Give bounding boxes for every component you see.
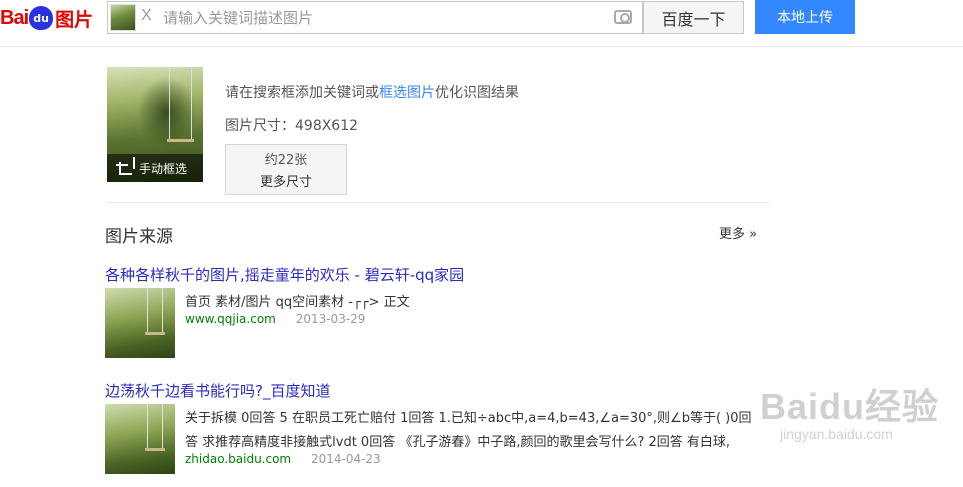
result-description: 首页 素材/图片 qq空间素材 -┌┌> 正文 [185, 295, 410, 310]
image-detail [162, 288, 163, 332]
camera-icon[interactable] [614, 10, 632, 24]
hint-text-before: 请在搜索框添加关键词或 [225, 85, 379, 101]
search-button[interactable]: 百度一下 [643, 1, 744, 34]
hint-text-after: 优化识图结果 [435, 85, 519, 101]
upload-button[interactable]: 本地上传 [755, 0, 855, 34]
result-thumbnail[interactable] [105, 288, 175, 358]
baidu-image-logo[interactable]: Bai du 图片 [0, 3, 93, 33]
more-sources-link[interactable]: 更多 » [719, 223, 757, 242]
result-title-link[interactable]: 边荡秋千边看书能行吗?_百度知道 [105, 380, 805, 401]
clear-icon[interactable]: X [141, 7, 152, 25]
watermark-main: Baidu经验 [760, 386, 940, 427]
result-title-link[interactable]: 各种各样秋千的图片,摇走童年的欢乐 - 碧云轩-qq家园 [105, 264, 805, 285]
query-thumbnail [110, 4, 136, 31]
result-date: 2013-03-29 [295, 312, 366, 326]
result-site[interactable]: www.qqjia.com [185, 312, 276, 326]
image-detail [191, 67, 192, 139]
result-site[interactable]: zhidao.baidu.com [185, 452, 291, 466]
image-detail [145, 332, 165, 335]
search-hint: 请在搜索框添加关键词或框选图片优化识图结果 [225, 82, 519, 102]
more-sizes-button[interactable]: 约22张 更多尺寸 [225, 144, 347, 195]
result-meta: zhidao.baidu.com 2014-04-23 [185, 452, 381, 466]
query-image: 手动框选 [107, 67, 203, 182]
image-detail [162, 404, 163, 448]
image-detail [145, 448, 165, 451]
result-thumbnail[interactable] [105, 404, 175, 474]
image-detail [147, 404, 148, 448]
image-detail [169, 67, 170, 139]
image-size: 图片尺寸：498X612 [225, 118, 359, 134]
result-date: 2014-04-23 [310, 452, 381, 466]
result-description: 关于拆模 0回答 5 在职员工死亡赔付 1回答 1.已知÷abc中,a=4,b=… [185, 411, 752, 426]
more-sizes-label: 更多尺寸 [259, 175, 312, 190]
source-result: 各种各样秋千的图片,摇走童年的欢乐 - 碧云轩-qq家园 首页 素材/图片 qq… [105, 264, 805, 359]
source-result: 边荡秋千边看书能行吗?_百度知道 关于拆模 0回答 5 在职员工死亡赔付 1回答… [105, 380, 805, 480]
result-description-line2: 答 求推荐高精度非接触式lvdt 0回答 《孔子游春》中子路,颜回的歌里会写什么… [185, 435, 731, 450]
crop-icon [116, 156, 135, 175]
section-title-sources: 图片来源 [105, 227, 173, 247]
logo-bai-text: Bai [0, 6, 29, 29]
image-detail [147, 288, 148, 332]
result-meta: www.qqjia.com 2013-03-29 [185, 312, 365, 326]
baidu-jingyan-watermark: Baidu经验 jingyan.baidu.com [760, 378, 939, 442]
manual-crop-button[interactable]: 手动框选 [107, 154, 203, 182]
manual-crop-label: 手动框选 [139, 161, 188, 176]
search-box: X [107, 1, 643, 34]
crop-image-link[interactable]: 框选图片 [379, 85, 435, 101]
image-detail [167, 139, 194, 142]
divider [107, 202, 769, 203]
image-content [137, 77, 197, 147]
more-sizes-count: 约22张 [264, 153, 308, 168]
logo-paw-icon: du [29, 6, 54, 30]
header-bar: Bai du 图片 X 百度一下 本地上传 [0, 0, 963, 47]
search-input[interactable] [163, 2, 603, 33]
logo-image-text: 图片 [55, 8, 94, 31]
